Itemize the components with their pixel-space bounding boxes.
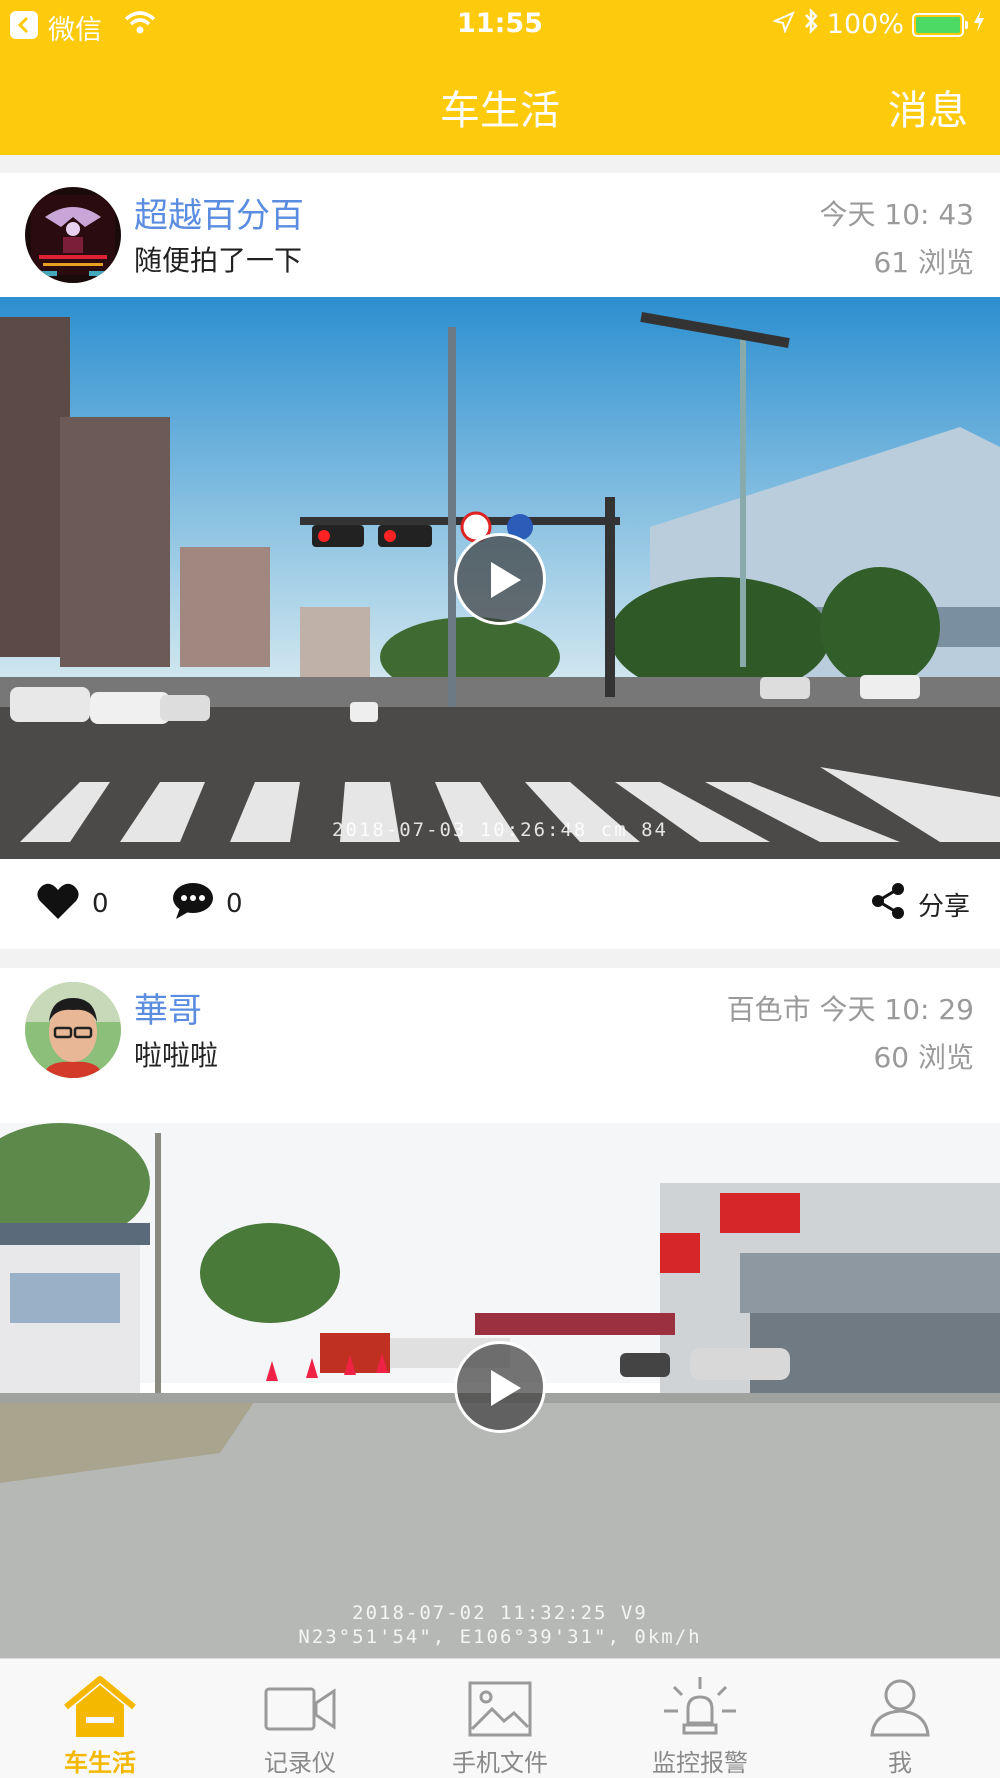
tab-car-life[interactable]: 车生活 <box>0 1659 200 1778</box>
tab-me[interactable]: 我 <box>800 1659 1000 1778</box>
post-actions: 0 0 分享 <box>0 859 1000 949</box>
post-time: 百色市 今天 10: 29 <box>726 993 974 1026</box>
like-button[interactable]: 0 <box>36 859 109 949</box>
share-button[interactable]: 分享 <box>870 859 970 949</box>
bluetooth-icon <box>803 7 819 41</box>
location-icon <box>771 9 795 40</box>
comment-icon <box>172 882 214 927</box>
app-screen: 微信 11:55 100% 车生活 消息 超越百分百 随便拍了一下 今天 10:… <box>0 0 1000 1778</box>
comment-count: 0 <box>226 889 243 919</box>
charging-icon <box>972 9 986 40</box>
like-count: 0 <box>92 889 109 919</box>
post-caption: 啦啦啦 <box>134 1039 219 1072</box>
share-icon <box>870 882 906 927</box>
tab-label: 车生活 <box>64 1749 136 1777</box>
messages-button[interactable]: 消息 <box>888 78 968 136</box>
video-camera-icon <box>260 1673 340 1743</box>
tab-label: 我 <box>888 1749 912 1777</box>
tab-monitor-alarm[interactable]: 监控报警 <box>600 1659 800 1778</box>
play-icon[interactable] <box>454 1341 546 1433</box>
post-caption: 随便拍了一下 <box>134 244 303 277</box>
status-bar: 微信 11:55 100% <box>0 0 1000 50</box>
comment-button[interactable]: 0 <box>172 859 243 949</box>
video-timestamp-line: 2018-07-02 11:32:25 V9 <box>352 1602 648 1624</box>
tab-label: 手机文件 <box>452 1749 548 1777</box>
tab-label: 记录仪 <box>264 1749 336 1777</box>
feed-post[interactable]: 超越百分百 随便拍了一下 今天 10: 43 61 浏览 2018-07-03 … <box>0 173 1000 949</box>
profile-icon <box>860 1673 940 1743</box>
page-title: 车生活 <box>440 88 560 134</box>
battery-percent: 100% <box>826 9 904 40</box>
avatar[interactable] <box>25 982 121 1078</box>
video-gps-line: N23°51'54", E106°39'31", 0km/h <box>298 1626 702 1648</box>
heart-icon <box>36 881 80 928</box>
username[interactable]: 超越百分百 <box>134 188 304 237</box>
username[interactable]: 華哥 <box>134 983 202 1032</box>
post-time: 今天 10: 43 <box>819 198 975 231</box>
view-count: 61 浏览 <box>873 246 974 279</box>
video-thumbnail[interactable]: 2018-07-02 11:32:25 V9 N23°51'54", E106°… <box>0 1123 1000 1658</box>
image-icon <box>460 1673 540 1743</box>
avatar[interactable] <box>25 187 121 283</box>
status-right: 100% <box>771 7 986 41</box>
video-timestamp: 2018-07-03 10:26:48 cm 84 <box>332 819 668 841</box>
tab-label: 监控报警 <box>652 1749 748 1777</box>
video-timestamp: 2018-07-02 11:32:25 V9 N23°51'54", E106°… <box>0 1601 1000 1649</box>
play-icon[interactable] <box>454 533 546 625</box>
tab-phone-files[interactable]: 手机文件 <box>400 1659 600 1778</box>
video-thumbnail[interactable]: 2018-07-03 10:26:48 cm 84 <box>0 297 1000 859</box>
tab-recorder[interactable]: 记录仪 <box>200 1659 400 1778</box>
feed-post[interactable]: 華哥 啦啦啦 百色市 今天 10: 29 60 浏览 2018-07-02 11… <box>0 968 1000 1658</box>
home-icon <box>60 1673 140 1743</box>
alarm-light-icon <box>660 1673 740 1743</box>
header: 微信 11:55 100% 车生活 消息 <box>0 0 1000 155</box>
battery-icon <box>912 12 968 37</box>
share-label: 分享 <box>917 891 970 922</box>
tab-bar: 车生活 记录仪 手机文件 监控报警 我 <box>0 1658 1000 1778</box>
view-count: 60 浏览 <box>873 1041 974 1074</box>
